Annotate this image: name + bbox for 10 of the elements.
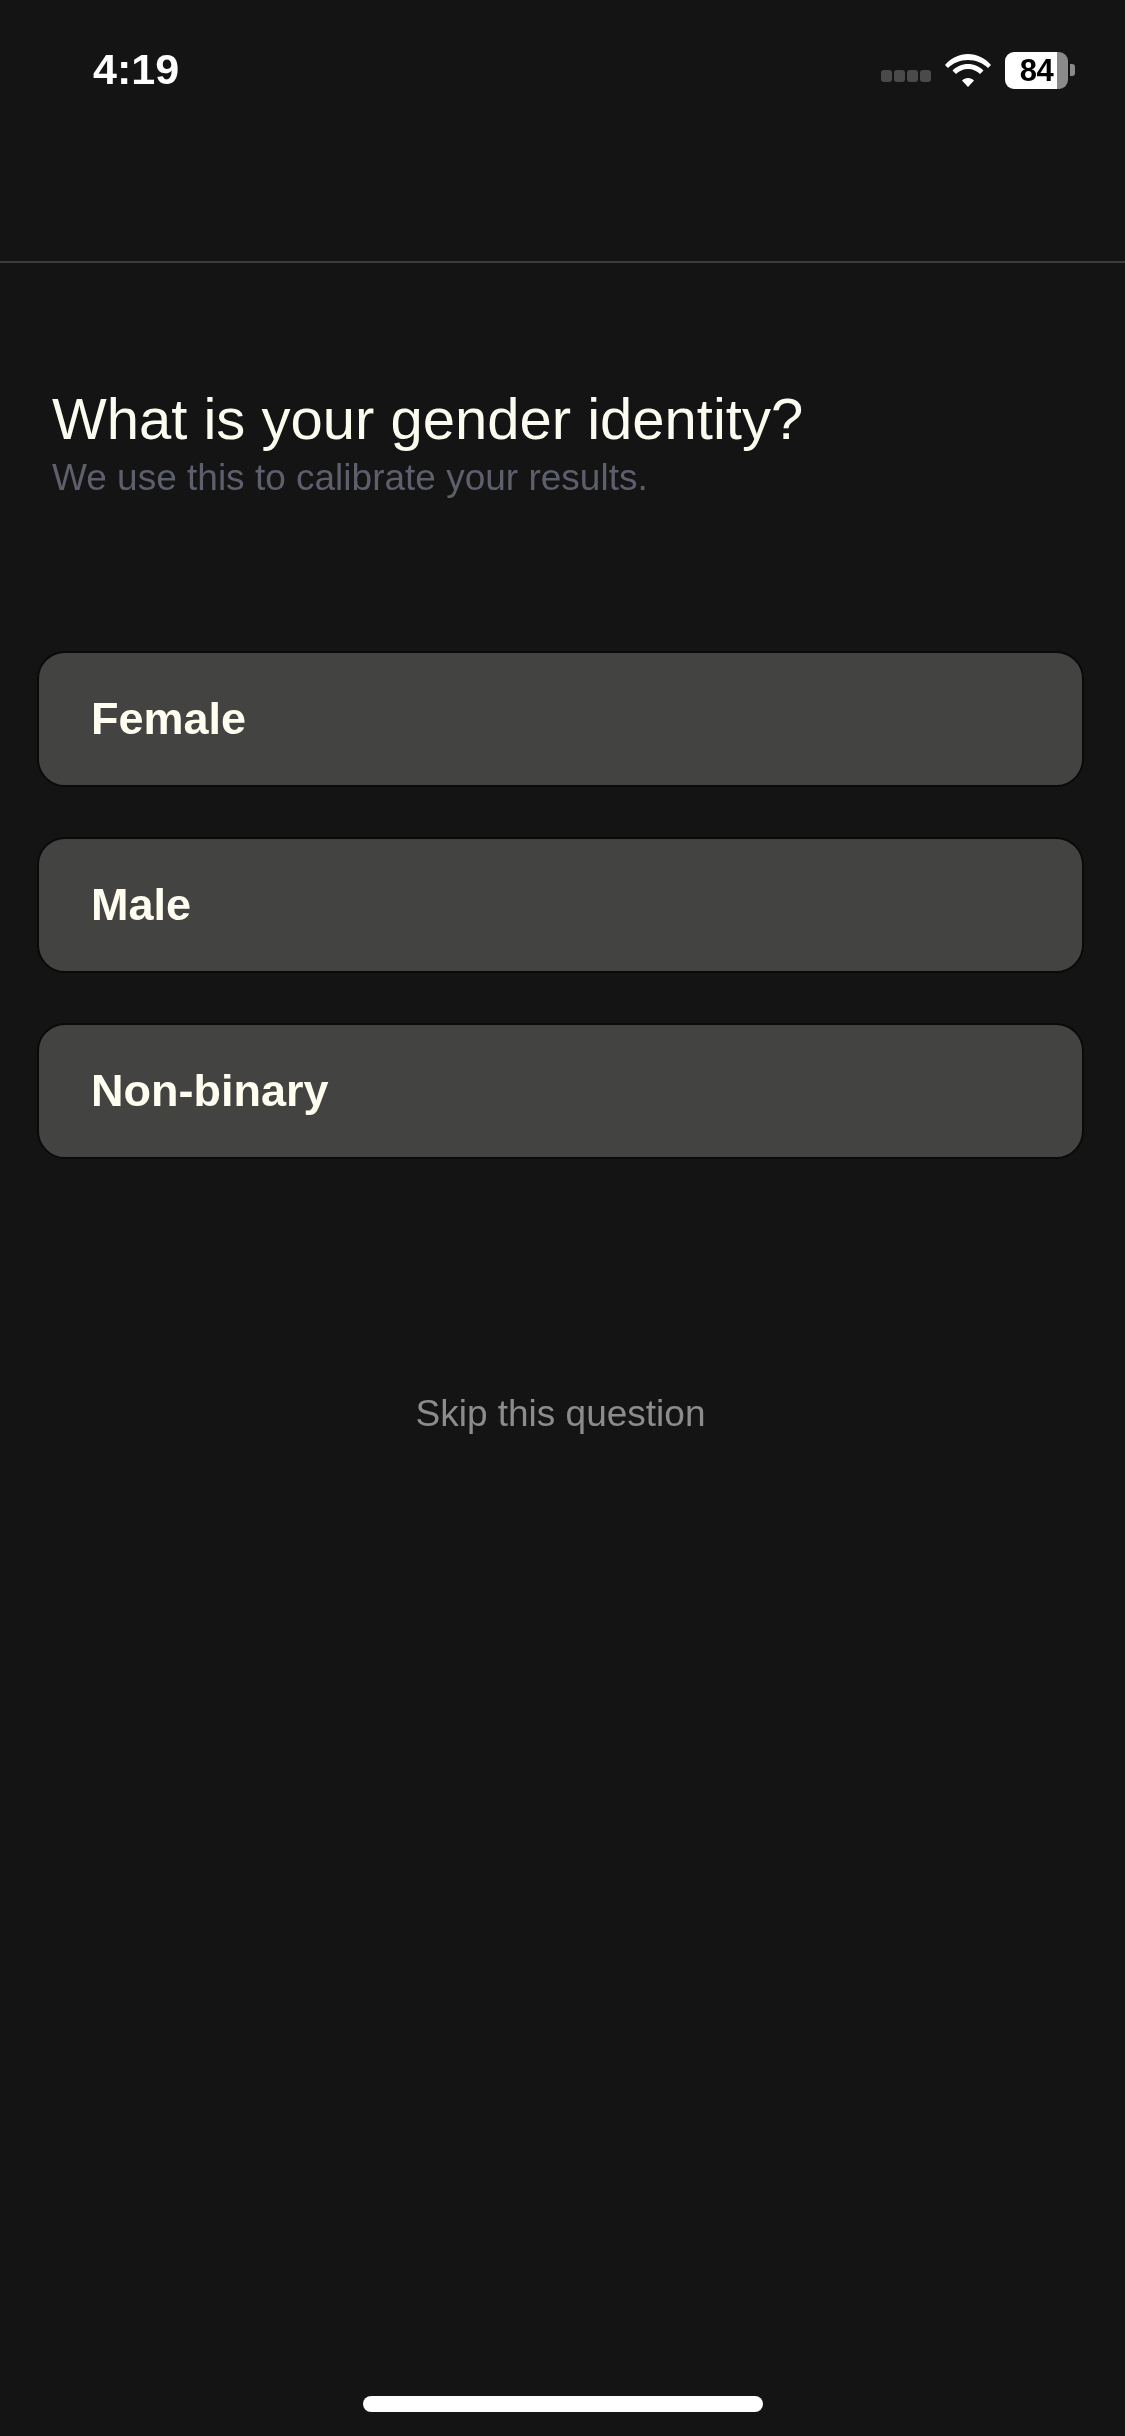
question-title: What is your gender identity? [52,385,805,453]
skip-link[interactable]: Skip this question [415,1391,706,1437]
option-button[interactable]: Non-binary [37,1023,1084,1159]
wifi-icon [945,53,991,87]
option-button[interactable]: Male [37,837,1084,973]
question-subtitle: We use this to calibrate your results. [52,456,649,500]
battery-indicator: 84 [1005,51,1075,89]
signal-icon [881,70,931,82]
status-time: 4:19 [93,44,180,94]
option-button[interactable]: Female [37,651,1084,787]
